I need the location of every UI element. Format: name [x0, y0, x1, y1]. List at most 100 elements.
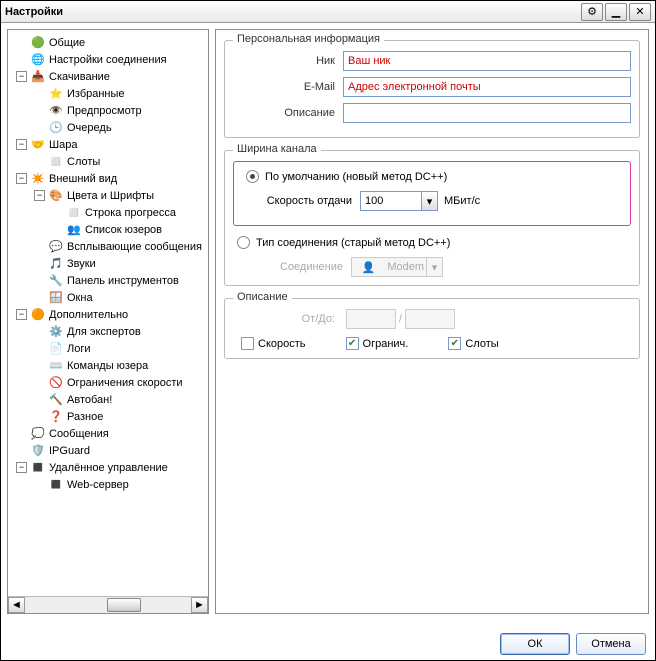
limit-check-label: Огранич. — [363, 338, 409, 350]
expander-icon[interactable]: − — [34, 190, 45, 201]
tree-item[interactable]: −✴️Внешний вид — [10, 170, 206, 187]
description-input[interactable] — [343, 103, 631, 123]
expander-icon[interactable]: − — [16, 173, 27, 184]
window-title: Настройки — [5, 6, 579, 18]
settings-tree[interactable]: 🟢Общие🌐Настройки соединения−📥Скачивание⭐… — [8, 30, 208, 596]
tree-item-label: Настройки соединения — [49, 54, 167, 66]
tree-item-icon: 🔨 — [48, 392, 64, 408]
tree-item-icon: 🕒 — [48, 120, 64, 136]
tree-item-label: Строка прогресса — [85, 207, 176, 219]
upload-speed-label: Скорость отдачи — [260, 195, 360, 207]
tree-item[interactable]: ⚙️Для экспертов — [10, 323, 206, 340]
tree-item-label: Общие — [49, 37, 85, 49]
tree-item[interactable]: 🪟Окна — [10, 289, 206, 306]
tree-item[interactable]: −🎨Цвета и Шрифты — [10, 187, 206, 204]
slots-check-label: Слоты — [465, 338, 498, 350]
tree-item[interactable]: −📥Скачивание — [10, 68, 206, 85]
tree-item[interactable]: 🕒Очередь — [10, 119, 206, 136]
tree-item[interactable]: ◻️Строка прогресса — [10, 204, 206, 221]
tree-item-label: Шара — [49, 139, 77, 151]
tree-item[interactable]: 📄Логи — [10, 340, 206, 357]
connection-combo: 👤 Modem ▾ — [351, 257, 443, 277]
tree-item[interactable]: 🌐Настройки соединения — [10, 51, 206, 68]
tree-item[interactable]: ◻️Слоты — [10, 153, 206, 170]
tree-item-icon: 👁️ — [48, 103, 64, 119]
ok-button[interactable]: ОК — [500, 633, 570, 655]
radio-old-label: Тип соединения (старый метод DC++) — [256, 237, 450, 249]
email-input[interactable] — [343, 77, 631, 97]
scroll-track[interactable] — [25, 597, 191, 613]
upload-speed-value: 100 — [361, 195, 421, 207]
radio-old-method[interactable] — [237, 236, 250, 249]
tree-item[interactable]: −🟠Дополнительно — [10, 306, 206, 323]
tree-item-label: Избранные — [67, 88, 125, 100]
tree-item-label: Очередь — [67, 122, 112, 134]
tree-item[interactable]: 💭Сообщения — [10, 425, 206, 442]
tree-item-icon: 💬 — [48, 239, 64, 255]
speed-checkbox-item[interactable]: Скорость — [241, 337, 306, 350]
tree-item[interactable]: 🛡️IPGuard — [10, 442, 206, 459]
tree-item-icon: 🌐 — [30, 52, 46, 68]
tree-item[interactable]: 🔧Панель инструментов — [10, 272, 206, 289]
tree-item[interactable]: 👥Список юзеров — [10, 221, 206, 238]
titlebar: Настройки ⚙ ▁ ✕ — [1, 1, 655, 23]
tree-item[interactable]: 💬Всплывающие сообщения — [10, 238, 206, 255]
tree-item-icon: ◻️ — [66, 205, 82, 221]
personal-fieldset: Персональная информация Ник E-Mail Описа… — [224, 40, 640, 138]
tree-item[interactable]: −🤝Шара — [10, 136, 206, 153]
tree-item-icon: 🪟 — [48, 290, 64, 306]
tree-item[interactable]: 👁️Предпросмотр — [10, 102, 206, 119]
tree-item-icon: 🛡️ — [30, 443, 46, 459]
radio-default-method[interactable] — [246, 170, 259, 183]
tree-item-label: Внешний вид — [49, 173, 117, 185]
tree-item-label: Удалённое управление — [49, 462, 168, 474]
close-icon[interactable]: ✕ — [629, 3, 651, 21]
tree-item[interactable]: ⌨️Команды юзера — [10, 357, 206, 374]
minimize-icon[interactable]: ▁ — [605, 3, 627, 21]
upload-speed-unit: МБит/с — [444, 195, 480, 207]
tree-item-label: Ограничения скорости — [67, 377, 183, 389]
slash-label: / — [399, 313, 402, 325]
speed-checkbox[interactable] — [241, 337, 254, 350]
tree-item[interactable]: 🟢Общие — [10, 34, 206, 51]
settings-icon[interactable]: ⚙ — [581, 3, 603, 21]
expander-icon[interactable]: − — [16, 462, 27, 473]
tree-item-icon: 🟢 — [30, 35, 46, 51]
bandwidth-fieldset: Ширина канала По умолчанию (новый метод … — [224, 150, 640, 286]
tree-item-icon: 🤝 — [30, 137, 46, 153]
tree-item[interactable]: ⭐Избранные — [10, 85, 206, 102]
slots-checkbox[interactable]: ✔ — [448, 337, 461, 350]
slots-checkbox-item[interactable]: ✔ Слоты — [448, 337, 498, 350]
from-input — [346, 309, 396, 329]
cancel-button[interactable]: Отмена — [576, 633, 646, 655]
tree-item-icon: 🚫 — [48, 375, 64, 391]
expander-icon[interactable]: − — [16, 71, 27, 82]
tree-item-icon: ❓ — [48, 409, 64, 425]
horizontal-scrollbar[interactable]: ◄ ► — [8, 596, 208, 613]
nick-label: Ник — [233, 55, 343, 67]
tree-item-label: Сообщения — [49, 428, 109, 440]
tree-item-label: Список юзеров — [85, 224, 162, 236]
radio-default-label: По умолчанию (новый метод DC++) — [265, 171, 447, 183]
tree-item[interactable]: 🎵Звуки — [10, 255, 206, 272]
tree-item-label: Звуки — [67, 258, 96, 270]
scroll-right-icon[interactable]: ► — [191, 597, 208, 613]
tree-item[interactable]: ◼️Web-сервер — [10, 476, 206, 493]
chevron-down-icon[interactable]: ▾ — [421, 192, 437, 210]
tree-item[interactable]: −◼️Удалённое управление — [10, 459, 206, 476]
tree-item[interactable]: ❓Разное — [10, 408, 206, 425]
tree-item-icon: 💭 — [30, 426, 46, 442]
scroll-left-icon[interactable]: ◄ — [8, 597, 25, 613]
limit-checkbox[interactable]: ✔ — [346, 337, 359, 350]
fromto-label: От/До: — [233, 313, 343, 325]
description-fieldset: Описание От/До: / Скорость ✔ Огранич. ✔ — [224, 298, 640, 359]
tree-item-icon: ✴️ — [30, 171, 46, 187]
expander-icon[interactable]: − — [16, 139, 27, 150]
expander-icon[interactable]: − — [16, 309, 27, 320]
tree-item[interactable]: 🔨Автобан! — [10, 391, 206, 408]
tree-item[interactable]: 🚫Ограничения скорости — [10, 374, 206, 391]
limit-checkbox-item[interactable]: ✔ Огранич. — [346, 337, 409, 350]
nick-input[interactable] — [343, 51, 631, 71]
upload-speed-combo[interactable]: 100 ▾ — [360, 191, 438, 211]
scroll-thumb[interactable] — [107, 598, 141, 612]
